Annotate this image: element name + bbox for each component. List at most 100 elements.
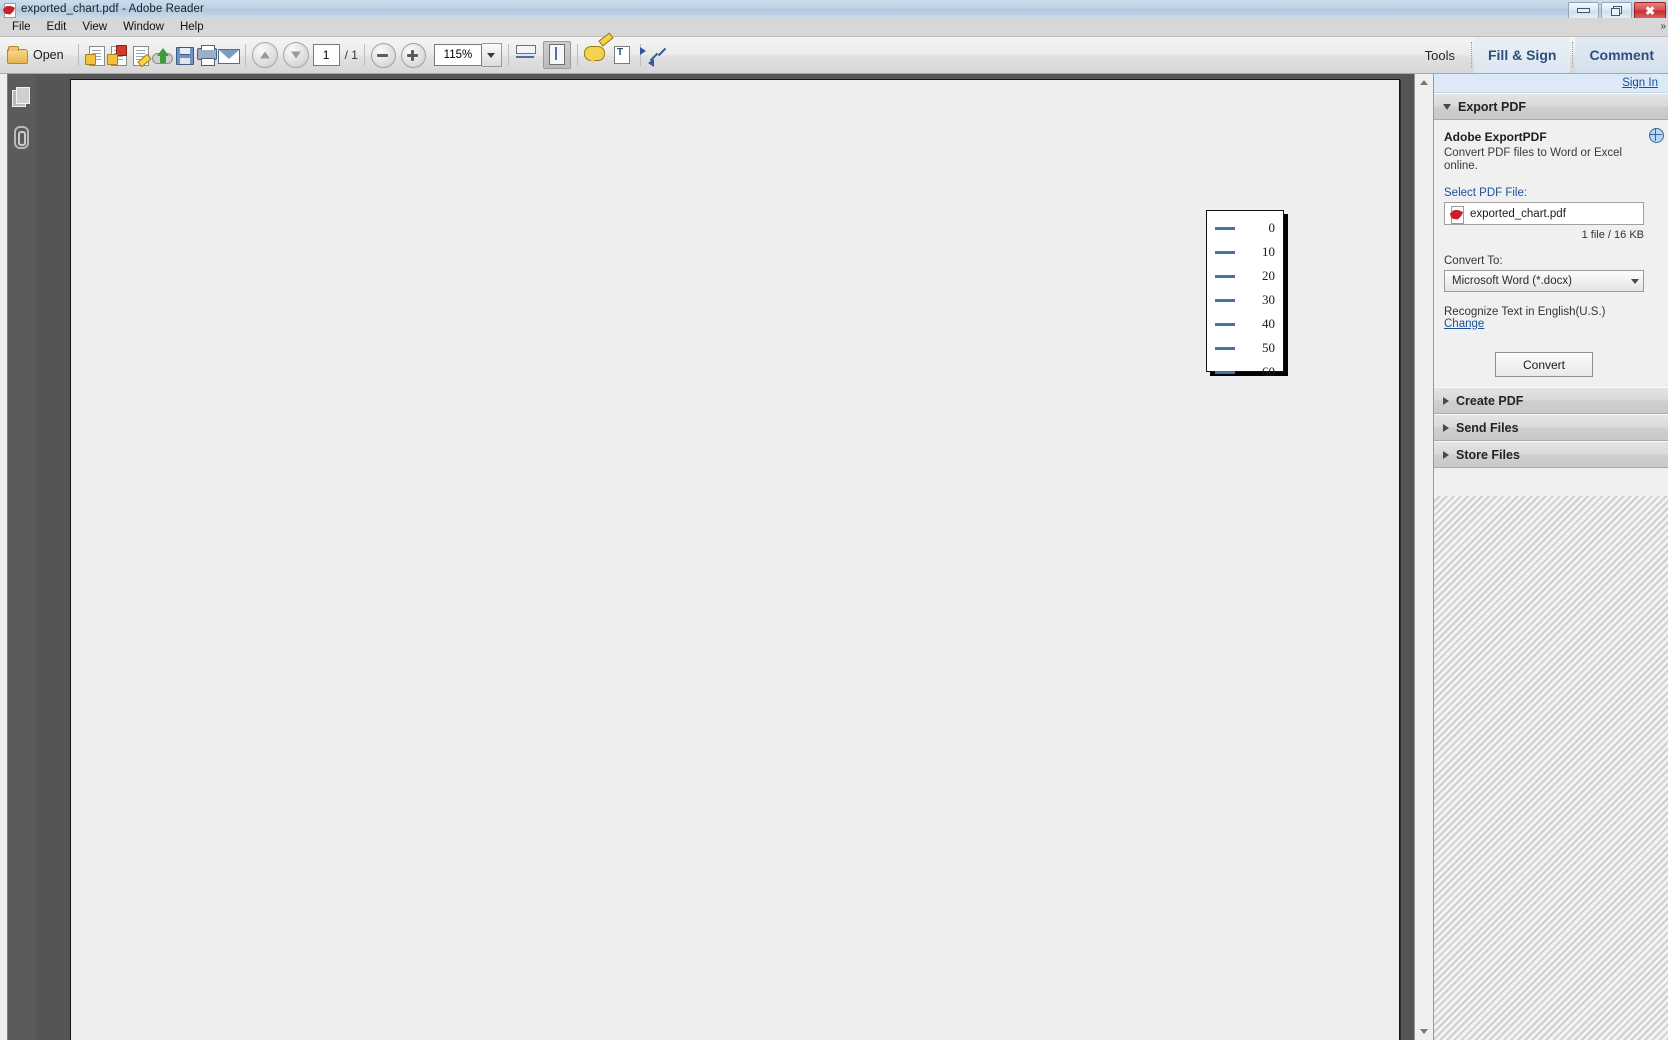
pdf-page: 0 10 20 30 40 50 60	[70, 79, 1400, 1040]
scroll-up-icon[interactable]	[1415, 74, 1433, 91]
save-icon[interactable]	[173, 44, 195, 66]
toolbar-separator	[77, 44, 79, 66]
export-pdf-section-title: Export PDF	[1458, 99, 1527, 114]
open-folder-icon	[6, 44, 28, 66]
page-total-label: / 1	[344, 48, 358, 62]
email-icon[interactable]	[217, 44, 240, 66]
window-title: exported_chart.pdf - Adobe Reader	[21, 3, 204, 15]
title-bar: exported_chart.pdf - Adobe Reader ✖	[0, 0, 1668, 19]
attachments-icon[interactable]	[10, 124, 32, 149]
fill-and-sign-tab[interactable]: Fill & Sign	[1473, 37, 1571, 73]
select-pdf-file-label: Select PDF File:	[1444, 187, 1528, 199]
store-files-section-title: Store Files	[1456, 447, 1520, 462]
chevron-down-icon	[1443, 103, 1451, 110]
legend-marker-icon	[1215, 274, 1235, 278]
main-toolbar: Open 1 / 1 115% T Tools Fill & Sign Comm…	[0, 32, 1668, 74]
convert-to-value: Microsoft Word (*.docx)	[1452, 275, 1572, 287]
create-pdf-icon[interactable]	[84, 44, 107, 66]
legend-item: 0	[1207, 216, 1283, 240]
close-button[interactable]: ✖	[1634, 2, 1666, 19]
restore-button[interactable]	[1601, 2, 1632, 19]
right-panel-scrollbar[interactable]	[1414, 74, 1434, 1040]
convert-button-row: Convert	[1444, 352, 1644, 377]
menu-window[interactable]: Window	[115, 20, 172, 34]
legend-item: 40	[1207, 312, 1283, 336]
sign-in-link[interactable]: Sign In	[1622, 77, 1658, 89]
selected-file-name: exported_chart.pdf	[1470, 207, 1566, 220]
legend-label: 30	[1262, 292, 1275, 307]
page-number-input[interactable]: 1	[312, 44, 340, 66]
menu-edit[interactable]: Edit	[39, 20, 75, 34]
panel-empty-area	[1434, 496, 1668, 1040]
pdf-document-icon	[3, 2, 16, 18]
menu-help[interactable]: Help	[172, 20, 212, 34]
create-pdf-section-header[interactable]: Create PDF	[1434, 387, 1668, 414]
create-pdf-section-title: Create PDF	[1456, 393, 1524, 408]
export-pdf-section-header[interactable]: Export PDF	[1434, 93, 1668, 120]
product-title: Adobe ExportPDF	[1444, 130, 1547, 144]
minimize-button[interactable]	[1568, 2, 1599, 19]
legend-marker-icon	[1215, 298, 1235, 302]
right-task-panel: Sign In Export PDF Adobe ExportPDF Conve…	[1433, 74, 1668, 1040]
next-page-icon[interactable]	[282, 42, 309, 68]
open-button[interactable]: Open	[0, 41, 72, 69]
fit-page-icon[interactable]	[542, 41, 571, 69]
chevron-down-icon	[1631, 278, 1639, 284]
upload-cloud-icon[interactable]	[151, 44, 173, 66]
zoom-out-icon[interactable]	[370, 42, 396, 68]
previous-page-icon[interactable]	[251, 42, 278, 68]
legend-label: 10	[1262, 244, 1275, 259]
comment-tab[interactable]: Comment	[1575, 37, 1668, 73]
legend-item: 30	[1207, 288, 1283, 312]
toolbar-separator	[576, 44, 578, 66]
legend-marker-icon	[1215, 226, 1235, 230]
file-size-label: 1 file / 16 KB	[1581, 229, 1644, 241]
chevron-right-icon	[1443, 396, 1449, 405]
zoom-dropdown-icon[interactable]	[481, 43, 502, 67]
highlight-text-icon[interactable]: T	[598, 32, 634, 66]
legend-label: 60	[1262, 364, 1275, 379]
edit-pdf-icon[interactable]	[129, 44, 152, 68]
menu-view[interactable]: View	[74, 20, 115, 34]
print-icon[interactable]	[195, 44, 217, 66]
legend-item: 60	[1207, 360, 1283, 384]
menu-bar: File Edit View Window Help »	[0, 18, 1668, 37]
sticky-note-icon[interactable]	[584, 44, 606, 66]
toolbar-separator	[1572, 42, 1574, 68]
pdf-file-icon	[1450, 205, 1464, 224]
chart-legend: 0 10 20 30 40 50 60	[1206, 210, 1284, 379]
recognize-text-label: Recognize Text in English(U.S.)	[1444, 306, 1606, 318]
zoom-in-icon[interactable]	[400, 42, 426, 68]
page-thumbnails-icon[interactable]	[10, 86, 32, 110]
send-files-section-title: Send Files	[1456, 420, 1519, 435]
menu-file[interactable]: File	[4, 20, 39, 34]
export-pdf-section-body: Adobe ExportPDF Convert PDF files to Wor…	[1434, 120, 1668, 387]
zoom-level-input[interactable]: 115%	[433, 44, 482, 66]
share-icon[interactable]	[639, 44, 669, 67]
document-view[interactable]: 0 10 20 30 40 50 60	[36, 74, 1434, 1040]
menu-overflow-icon[interactable]: »	[1660, 21, 1666, 32]
selected-file-field[interactable]: exported_chart.pdf	[1444, 202, 1644, 225]
legend-label: 50	[1262, 340, 1275, 355]
product-description: Convert PDF files to Word or Excel onlin…	[1444, 147, 1623, 172]
online-service-icon	[1649, 128, 1664, 143]
change-language-link[interactable]: Change	[1444, 318, 1668, 330]
tools-tab[interactable]: Tools	[1411, 48, 1469, 63]
legend-label: 20	[1262, 268, 1275, 283]
send-files-section-header[interactable]: Send Files	[1434, 414, 1668, 441]
toolbar-separator	[1470, 42, 1472, 68]
combine-files-icon[interactable]	[106, 44, 129, 66]
fit-width-icon[interactable]	[515, 44, 537, 66]
store-files-section-header[interactable]: Store Files	[1434, 441, 1668, 468]
legend-item: 10	[1207, 240, 1283, 264]
scroll-down-icon[interactable]	[1415, 1023, 1433, 1040]
window-controls: ✖	[1568, 2, 1666, 19]
convert-to-label: Convert To:	[1444, 255, 1503, 267]
legend-item: 50	[1207, 336, 1283, 360]
legend-marker-icon	[1215, 346, 1235, 350]
legend-marker-icon	[1215, 322, 1235, 326]
legend-marker-icon	[1215, 250, 1235, 254]
rail-divider	[0, 74, 8, 1040]
convert-button[interactable]: Convert	[1495, 352, 1593, 377]
convert-to-select[interactable]: Microsoft Word (*.docx)	[1444, 270, 1644, 292]
